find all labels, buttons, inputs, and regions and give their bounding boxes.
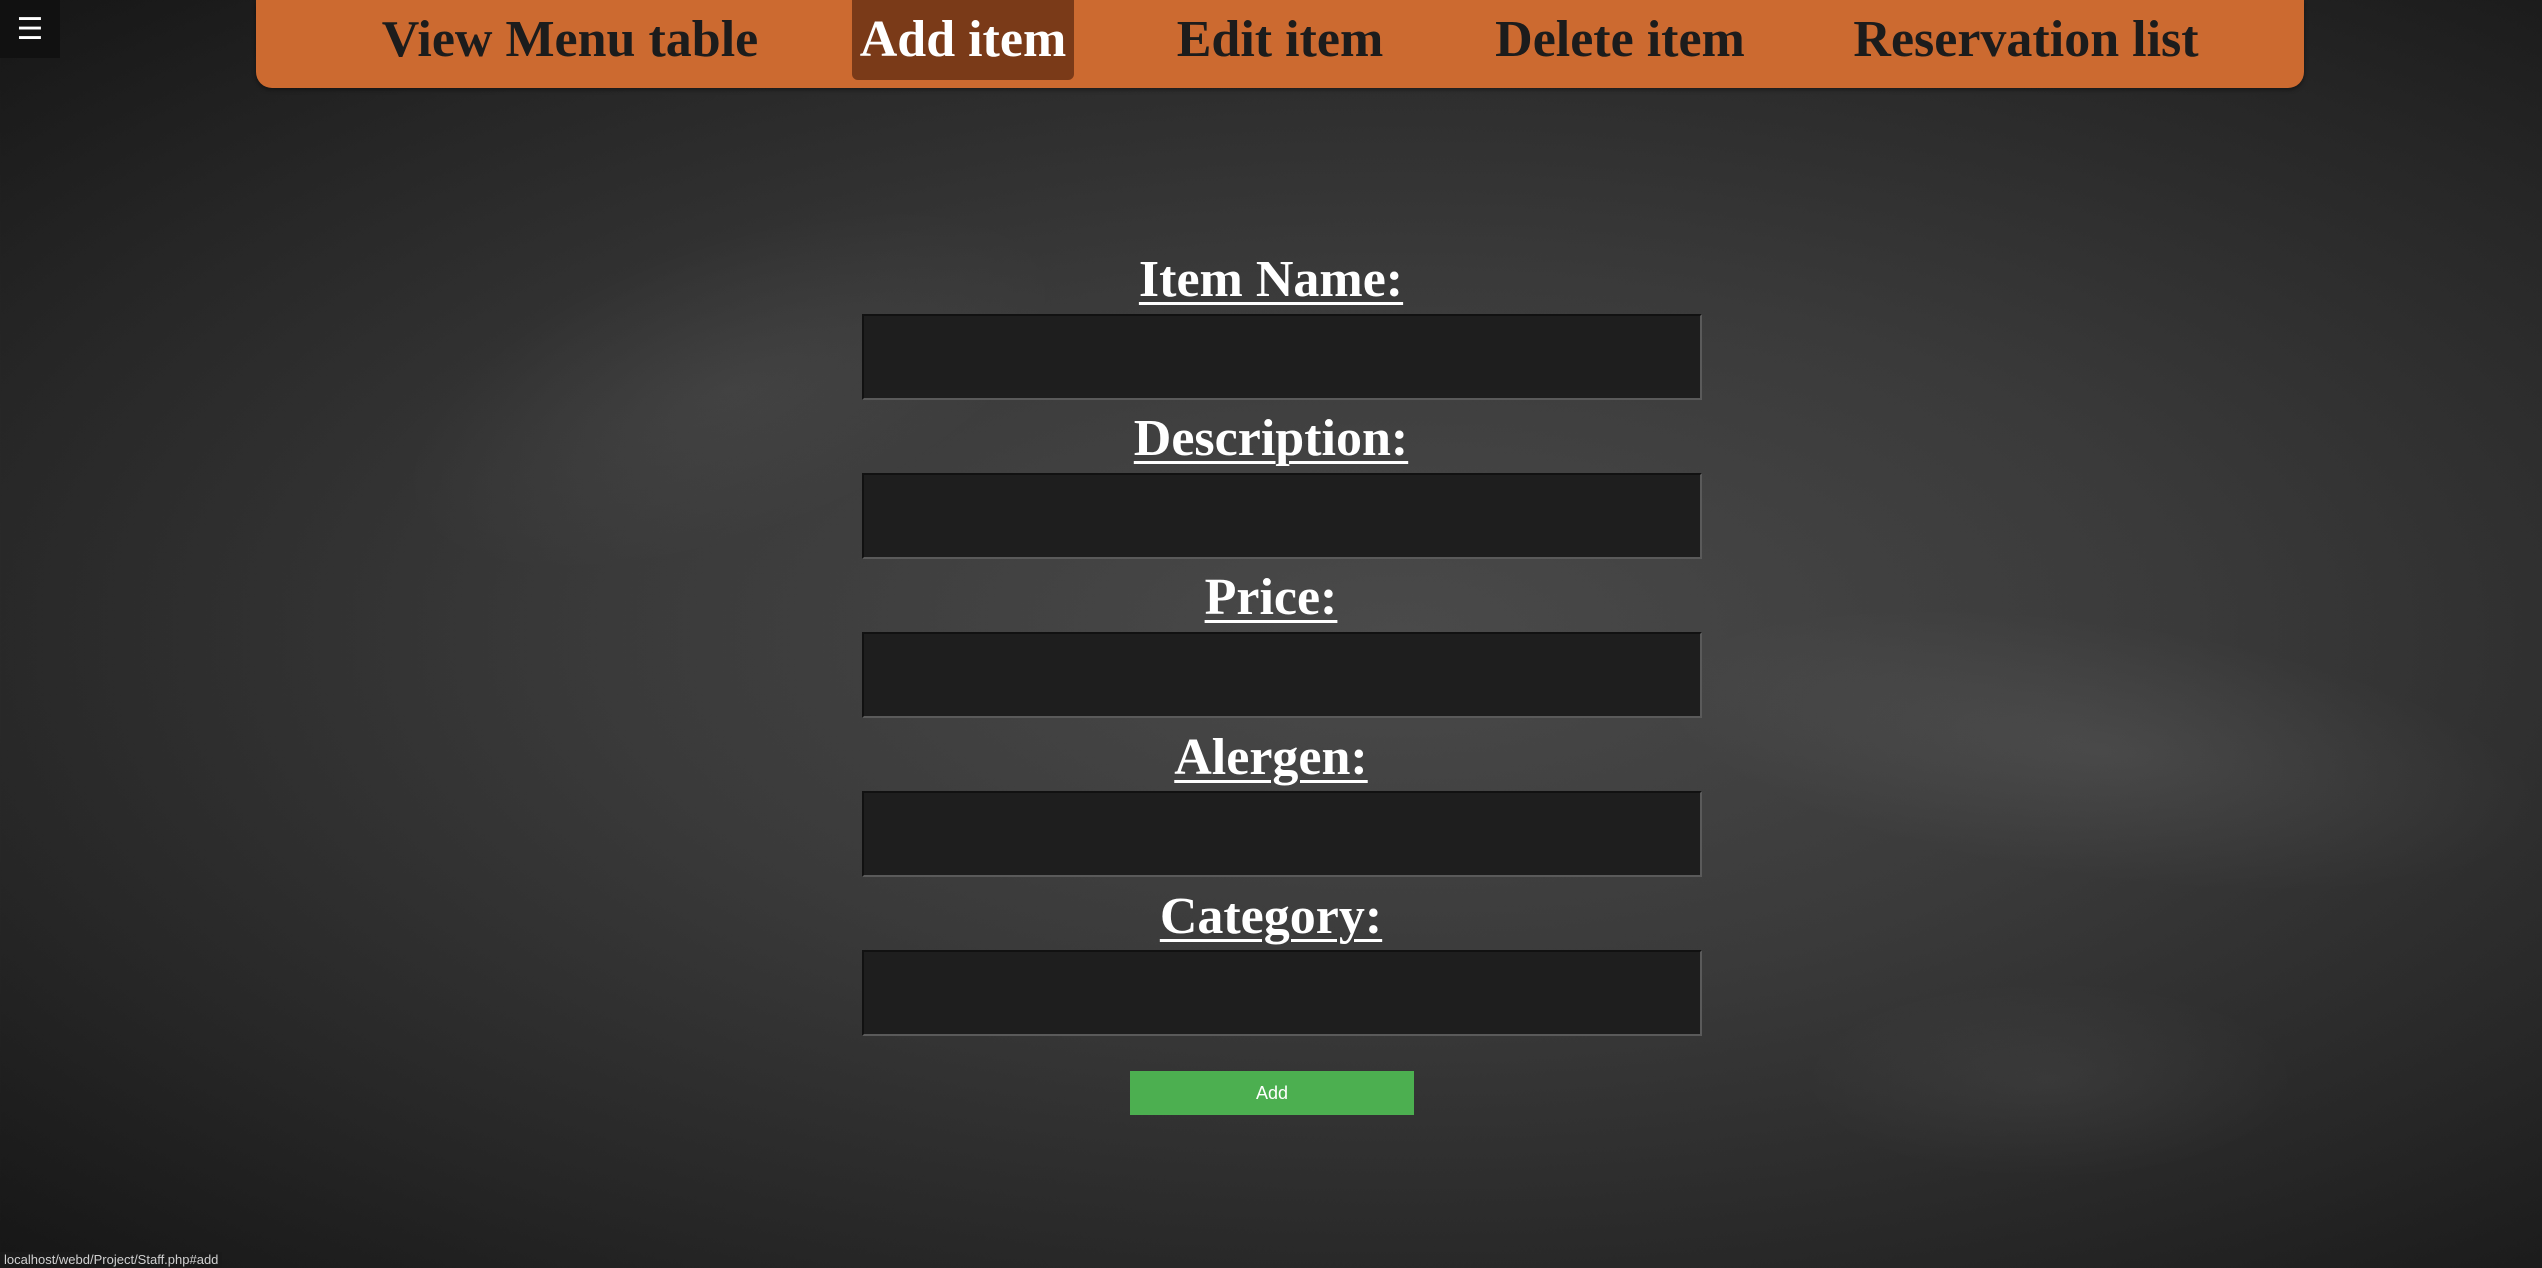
chalk-smudge [1636,558,2542,942]
price-label: Price: [1204,569,1338,626]
menu-toggle-button[interactable]: ☰ [0,0,60,58]
category-input[interactable] [862,950,1702,1036]
chalk-smudge [1800,980,2300,1180]
nav-edit-item[interactable]: Edit item [1156,0,1404,80]
nav-delete-item[interactable]: Delete item [1476,0,1764,80]
category-label: Category: [1159,888,1383,945]
description-input[interactable] [862,473,1702,559]
item-name-label: Item Name: [1138,251,1404,308]
price-input[interactable] [862,632,1702,718]
nav-add-item[interactable]: Add item [852,0,1074,80]
status-bar-url: localhost/webd/Project/Staff.php#add [0,1252,223,1268]
item-name-input[interactable] [862,314,1702,400]
alergen-label: Alergen: [1174,729,1368,786]
description-label: Description: [1133,410,1409,467]
nav-view-menu-table[interactable]: View Menu table [380,0,760,80]
add-button[interactable]: Add [1130,1071,1414,1115]
alergen-input[interactable] [862,791,1702,877]
nav-reservation-list[interactable]: Reservation list [1826,0,2226,80]
hamburger-icon: ☰ [16,11,44,47]
top-navbar: View Menu table Add item Edit item Delet… [256,0,2304,88]
